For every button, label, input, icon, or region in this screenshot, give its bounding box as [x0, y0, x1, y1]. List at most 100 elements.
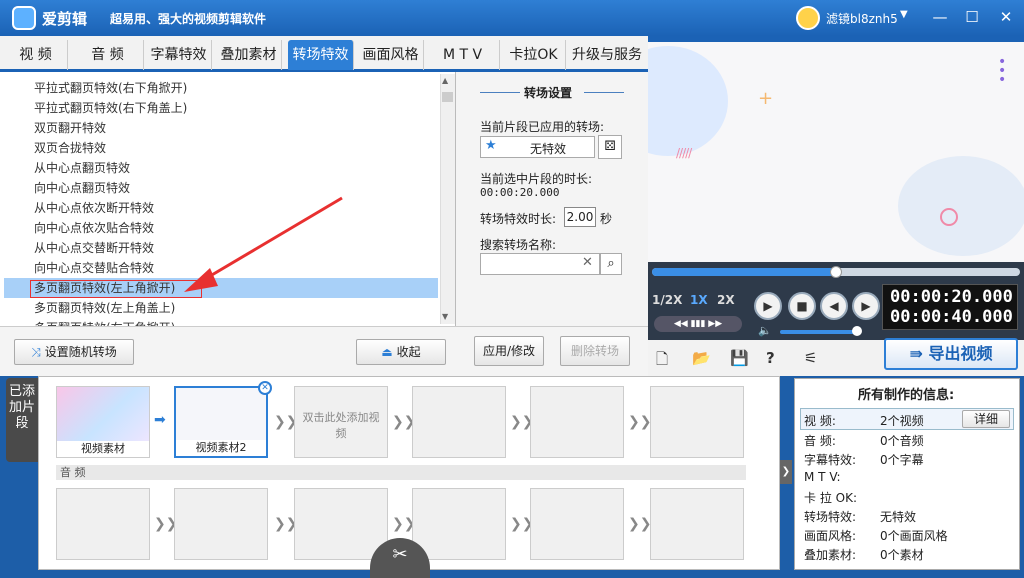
main-tabs: 视 频 音 频 字幕特效 叠加素材 转场特效 画面风格 M T V 卡拉OK 升… [0, 36, 648, 72]
search-icon[interactable]: ⌕ [600, 253, 622, 275]
volume-slider[interactable] [780, 330, 860, 334]
star-icon: ★ [485, 138, 497, 153]
prev-frame-icon[interactable]: ◀ [820, 292, 848, 320]
transition-arrow-icon[interactable]: ➡ [154, 412, 166, 428]
info-key: M T V: [804, 470, 841, 484]
divider [584, 92, 624, 93]
audio-slot[interactable] [650, 488, 744, 560]
next-frame-icon[interactable]: ▶ [852, 292, 880, 320]
audio-slot[interactable] [294, 488, 388, 560]
audio-slot[interactable] [530, 488, 624, 560]
random-transition-button[interactable]: ⤨ 设置随机转场 [14, 339, 134, 365]
info-value: 2个视频 [880, 414, 924, 428]
info-key: 转场特效: [804, 510, 857, 524]
detail-button[interactable]: 详细 [962, 410, 1010, 428]
tab-subtitles[interactable]: 字幕特效 [146, 40, 212, 70]
tab-mtv[interactable]: M T V [426, 40, 500, 70]
progress-handle[interactable] [830, 266, 842, 278]
list-item[interactable]: 从中心点翻页特效 [34, 158, 434, 178]
share-icon[interactable]: ⚟ [804, 349, 817, 367]
effect-duration-label: 转场特效时长: [480, 212, 557, 226]
list-item[interactable]: 双页翻开特效 [34, 118, 434, 138]
collapse-icon: ⏏ [381, 345, 397, 359]
ring-decoration-icon [940, 208, 958, 226]
transition-arrow-icon: ❯❯ [628, 516, 652, 532]
empty-slot[interactable] [650, 386, 744, 458]
help-icon[interactable]: ? [766, 349, 775, 367]
empty-slot[interactable] [530, 386, 624, 458]
remove-clip-icon[interactable]: ✕ [258, 381, 272, 395]
info-key: 卡 拉 OK: [804, 491, 857, 505]
empty-slot[interactable] [412, 386, 506, 458]
audio-slot[interactable] [412, 488, 506, 560]
added-clips-tab[interactable]: 已添加片段 [6, 378, 38, 462]
audio-slot[interactable] [174, 488, 268, 560]
collapse-button[interactable]: ⏏ 收起 [356, 339, 446, 365]
app-name: 爱剪辑 [42, 10, 88, 28]
open-folder-icon[interactable]: 📂 [692, 349, 711, 367]
chevron-right-icon[interactable]: ❯ [780, 460, 792, 484]
settings-title: 转场设置 [524, 86, 573, 100]
list-item[interactable]: 平拉式翻页特效(右下角掀开) [34, 78, 434, 98]
scrollbar-thumb[interactable] [442, 92, 453, 102]
info-key: 视 频: [804, 414, 836, 428]
stop-icon[interactable]: ■ [788, 292, 816, 320]
speed-half[interactable]: 1/2X [652, 293, 682, 307]
more-icon[interactable]: • • • [998, 55, 1006, 87]
add-video-hint: 双击此处添加视频 [302, 411, 380, 440]
list-scrollbar[interactable] [440, 74, 455, 324]
app-logo-icon [12, 6, 36, 30]
tab-style[interactable]: 画面风格 [358, 40, 424, 70]
close-icon[interactable]: ✕ [994, 6, 1018, 28]
speed-double[interactable]: 2X [717, 293, 735, 307]
audio-slot[interactable] [56, 488, 150, 560]
clip-thumbnail[interactable]: 视频素材 [56, 386, 150, 458]
info-value: 0个画面风格 [880, 529, 948, 543]
minimize-icon[interactable]: — [928, 6, 952, 28]
username[interactable]: 滤镜bl8znh5 [826, 10, 898, 27]
preview-top-border [648, 36, 1024, 42]
tab-audio[interactable]: 音 频 [72, 40, 144, 70]
add-video-slot[interactable]: 双击此处添加视频 [294, 386, 388, 458]
audio-track-label: 音 频 [56, 465, 746, 480]
clip-thumbnail-selected[interactable]: 视频素材2 [174, 386, 268, 458]
list-item[interactable]: 双页合拢特效 [34, 138, 434, 158]
decoration-blob [648, 46, 728, 156]
transition-arrow-icon[interactable]: ❯❯ [628, 414, 651, 430]
list-item[interactable]: 多页翻页特效(左上角盖上) [34, 298, 434, 318]
apply-button[interactable]: 应用/修改 [474, 336, 544, 366]
scroll-up-icon[interactable]: ▲ [442, 76, 448, 85]
info-key: 音 频: [804, 434, 836, 448]
chevron-down-icon[interactable]: ▼ [900, 9, 908, 20]
jog-wheel[interactable]: ◀◀ ▮▮▮ ▶▶ [654, 316, 742, 332]
info-value: 无特效 [880, 510, 917, 524]
info-key: 叠加素材: [804, 548, 857, 562]
list-item[interactable]: 平拉式翻页特效(右下角盖上) [34, 98, 434, 118]
clear-icon[interactable]: ✕ [582, 255, 593, 270]
duration-value: 00:00:20.000 [480, 186, 560, 199]
delete-transition-button[interactable]: 删除转场 [560, 336, 630, 366]
tab-transitions[interactable]: 转场特效 [288, 40, 354, 70]
export-video-button[interactable]: ⇛ 导出视频 [884, 338, 1018, 370]
tab-overlay[interactable]: 叠加素材 [216, 40, 282, 70]
tab-karaoke[interactable]: 卡拉OK [502, 40, 566, 70]
dice-icon[interactable]: ⚄ [598, 135, 622, 159]
progress-fill [652, 268, 836, 276]
list-item[interactable]: 多页翻页特效(右下角掀开) [34, 318, 434, 326]
maximize-icon[interactable]: ☐ [960, 6, 984, 28]
tab-video[interactable]: 视 频 [4, 40, 68, 70]
tab-upgrade[interactable]: 升级与服务 [568, 40, 646, 70]
export-label: 导出视频 [928, 344, 993, 363]
plus-decoration-icon: + [758, 88, 774, 109]
new-file-icon[interactable]: 🗋 [656, 349, 668, 374]
save-icon[interactable]: 💾 [730, 349, 749, 367]
speed-normal[interactable]: 1X [690, 293, 708, 307]
video-preview: + ///// • • • [648, 36, 1024, 262]
play-icon[interactable]: ▶ [754, 292, 782, 320]
scroll-down-icon[interactable]: ▼ [442, 312, 448, 321]
avatar[interactable] [796, 6, 820, 30]
effect-duration-input[interactable]: 2.00 [564, 207, 596, 227]
search-label: 搜索转场名称: [480, 238, 557, 252]
volume-handle[interactable] [852, 326, 862, 336]
volume-icon[interactable]: 🔈 [758, 324, 772, 337]
